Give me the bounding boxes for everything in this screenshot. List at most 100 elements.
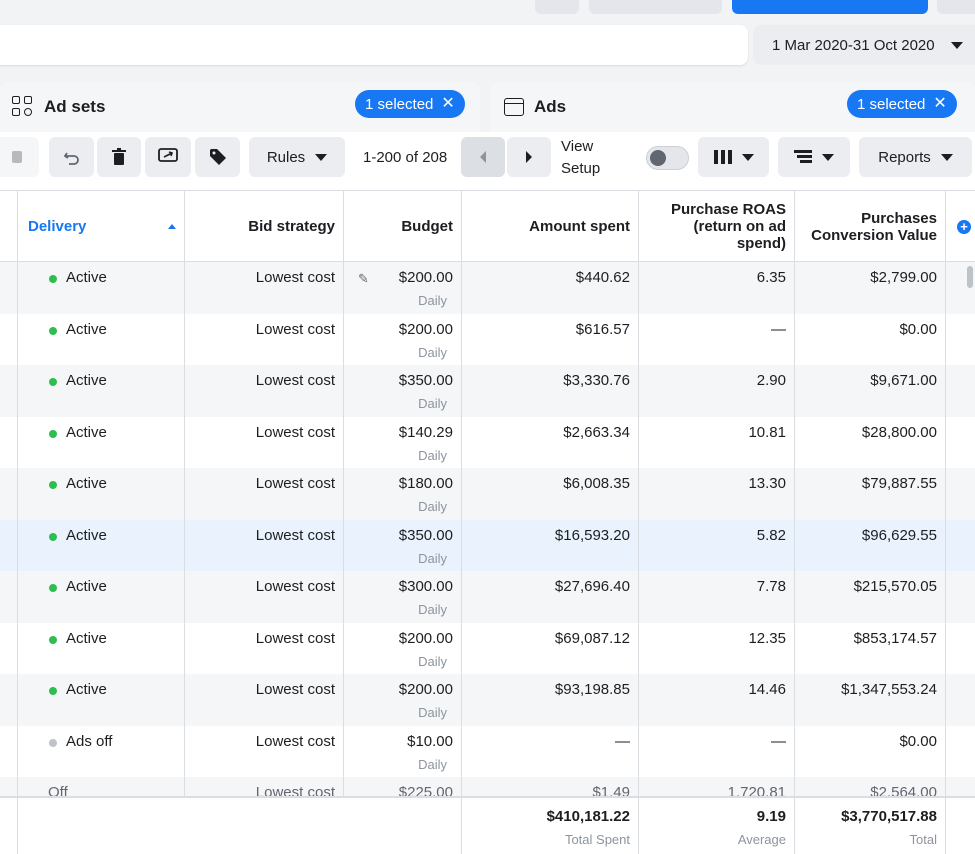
cell-delivery: Active [18,571,185,623]
budget-type-label: Daily [418,293,447,308]
budget-type-label: Daily [418,602,447,617]
tag-button[interactable] [195,137,240,177]
cell-budget: $200.00 Daily [344,313,462,365]
budget-value: $10.00 [407,732,453,750]
roas-value: 6.35 [756,269,786,286]
undo-button[interactable] [49,137,94,177]
view-setup-toggle[interactable] [646,146,689,170]
budget-type-label: Daily [418,499,447,514]
spent-value: $27,696.40 [554,578,630,595]
roas-value: 10.81 [748,423,786,441]
column-header-label: Purchases Conversion Value [811,209,937,244]
budget-value: $180.00 [398,475,453,492]
chevron-down-icon [315,153,328,161]
cell-bid: Lowest cost [185,571,344,623]
reports-dropdown[interactable]: Reports [859,137,972,177]
table-row[interactable]: Active Lowest cost $300.00 Daily $27,696.40 7… [0,571,975,623]
close-icon[interactable]: ✕ [933,96,946,112]
selected-pill[interactable]: 1 selected ✕ [355,90,465,118]
cell-spent: $2,663.34 [462,416,639,468]
cell-value: $2,799.00 [795,262,946,314]
column-header-conversion-value[interactable]: Purchases Conversion Value [795,191,946,262]
bid-value: Lowest cost [255,475,335,492]
rules-dropdown[interactable]: Rules [249,137,345,177]
table-row[interactable]: Active Lowest cost $350.00 Daily $16,593.20 5… [0,519,975,571]
breakdown-dropdown[interactable] [778,137,850,177]
cell-budget: $140.29 Daily [344,416,462,468]
duplicate-button[interactable] [0,137,39,177]
search-filter-input[interactable] [0,25,748,65]
column-header-budget[interactable]: Budget [344,191,462,262]
reports-label: Reports [878,148,931,166]
columns-icon [713,150,732,164]
tab-ads[interactable]: Ads 1 selected ✕ [490,82,975,132]
table-row[interactable]: Active Lowest cost $140.29 Daily $2,663.34 10… [0,416,975,468]
tab-ad-sets[interactable]: Ad sets 1 selected ✕ [0,82,480,132]
cell-spent: $6,008.35 [462,468,639,520]
more-action-button[interactable] [937,0,975,14]
trash-icon [112,148,126,165]
sort-ascending-icon [168,224,176,229]
column-header-label: Bid strategy [248,218,335,235]
budget-type-label: Daily [418,705,447,720]
columns-dropdown[interactable] [698,137,769,177]
close-icon[interactable]: ✕ [441,96,454,112]
table-row[interactable]: Active Lowest cost $200.00 Daily $93,198.85 1… [0,674,975,726]
cell-value: $28,800.00 [795,416,946,468]
chevron-down-icon [822,153,834,161]
column-header-bid-strategy[interactable]: Bid strategy [185,191,344,262]
value-value: $0.00 [899,320,937,338]
table-row[interactable]: Active Lowest cost $200.00 Daily $616.57 — $0.… [0,313,975,365]
top-action-bar [0,0,975,22]
budget-value: $300.00 [398,578,453,595]
date-range-picker[interactable]: 1 Mar 2020-31 Oct 2020 [753,25,975,65]
value-value: $28,800.00 [861,423,937,441]
roas-value: 13.30 [748,475,786,492]
undo-icon [63,152,79,165]
table-row[interactable]: Active Lowest cost $200.00 ✎ Daily $440.62 6.3… [0,262,975,314]
next-page-button[interactable] [507,137,551,177]
cell-value: $96,629.55 [795,519,946,571]
breakdown-icon [794,150,812,163]
cell-spent: — [462,725,639,777]
column-header-purchase-roas[interactable]: Purchase ROAS (return on ad spend) [639,191,795,262]
column-header-amount-spent[interactable]: Amount spent [462,191,639,262]
selected-pill[interactable]: 1 selected ✕ [847,90,957,118]
cell-spent: $16,593.20 [462,519,639,571]
delete-button[interactable] [97,137,141,177]
column-header-delivery[interactable]: Delivery [18,191,185,262]
spent-value: $16,593.20 [554,526,630,544]
bid-value: Lowest cost [255,526,335,544]
add-column-icon[interactable]: + [957,220,971,234]
selected-count: 1 selected [365,95,434,113]
value-value: $79,887.55 [861,475,937,492]
table-row[interactable]: Active Lowest cost $350.00 Daily $3,330.76 2.… [0,365,975,417]
refresh-button[interactable] [535,0,579,14]
bid-value: Lowest cost [255,578,335,595]
table-row[interactable]: Ads off Lowest cost $10.00 Daily — — $0.00 [0,725,975,777]
cell-spent: $69,087.12 [462,622,639,674]
table-row[interactable]: Active Lowest cost $200.00 Daily $69,087.12 1… [0,622,975,674]
cell-delivery: Active [18,262,185,314]
budget-type-label: Daily [418,344,447,360]
cell-budget: $300.00 Daily [344,571,462,623]
secondary-action-button[interactable] [589,0,722,14]
table-row[interactable]: Active Lowest cost $180.00 Daily $6,008.35 13… [0,468,975,520]
bid-value: Lowest cost [255,732,335,750]
tab-label: Ad sets [44,97,106,116]
column-header-label: Budget [401,218,453,235]
delivery-value: Active [66,526,107,544]
budget-type-label: Daily [418,653,447,669]
edit-pencil-icon[interactable]: ✎ [358,271,369,287]
scrollbar-thumb[interactable] [967,266,973,288]
date-range-label: 1 Mar 2020-31 Oct 2020 [772,36,935,54]
value-value: $853,174.57 [853,629,937,647]
export-button[interactable] [145,137,191,177]
delivery-value: Active [66,578,107,595]
cell-bid: Lowest cost [185,519,344,571]
window-icon [504,98,524,116]
primary-action-button[interactable] [732,0,928,14]
bid-value: Lowest cost [255,372,335,389]
cell-bid: Lowest cost [185,365,344,417]
previous-page-button[interactable] [461,137,505,177]
